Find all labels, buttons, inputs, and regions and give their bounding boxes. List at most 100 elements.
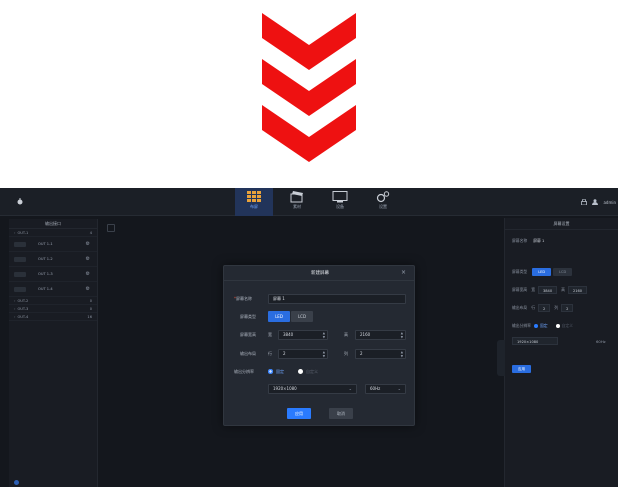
rows-prefix: 行 [531,305,535,310]
height-prefix: 高 [344,332,348,337]
nav-devices[interactable]: 设备 [321,188,359,216]
output-name: OUT-2 [17,299,29,303]
custom-radio[interactable] [298,369,303,374]
width-input[interactable]: 3840 ▲ ▼ [278,330,328,340]
nav-settings[interactable]: 设置 [364,188,402,216]
top-right-tools: admin [581,198,618,206]
output-row[interactable]: › OUT-1 4 [9,229,97,237]
cancel-button[interactable]: 取消 [329,408,353,419]
gear-icon[interactable]: ⚙ [86,271,90,277]
apply-button[interactable]: 应用 [512,365,531,373]
gear-icon[interactable]: ⚙ [86,241,90,247]
nav-label: 布屏 [250,204,258,209]
gear-icon[interactable]: ⚙ [86,286,90,292]
resolution-select[interactable]: 1920×1080 ⌄ [268,384,357,394]
close-icon[interactable]: × [401,269,406,276]
gear-icon[interactable]: ⚙ [86,256,90,262]
nav-media[interactable]: 素材 [278,188,316,216]
resolution-select[interactable]: 1920×1080 [512,337,558,345]
field-label: 输出布局 [512,305,528,310]
chevron-down-icon: ⌄ [348,386,352,391]
app-window: 布屏 素材 设备 设置 admin 输出接口 › OUT-1 4 OUT 1-1… [0,188,618,487]
lock-icon[interactable] [581,199,588,205]
apply-button[interactable]: 应用 [287,408,311,419]
field-label: 屏幕类型 [240,314,256,319]
fixed-radio-label: 固定 [276,369,284,374]
list-item[interactable]: OUT 1-2 ⚙ [9,252,97,267]
output-thumbnail [14,241,26,247]
rp-apply-row: 应用 [512,365,531,373]
field-label: 屏幕名称 [512,238,528,243]
led-button[interactable]: LED [532,268,552,276]
height-field[interactable]: 2160 [567,286,588,294]
field-label: 输出布局 [240,351,256,356]
sub-output-name: OUT 1-2 [38,257,53,261]
cols-field[interactable]: 2 [561,304,574,312]
stepper-icon[interactable]: ▲ ▼ [401,350,403,358]
stepper-icon[interactable]: ▲ ▼ [401,331,403,339]
refresh-select[interactable]: 60Hz ⌄ [365,384,406,394]
username[interactable]: admin [603,200,616,205]
refresh-select[interactable]: 60Hz [596,339,606,344]
field-label: 输出分辨率 [234,369,254,374]
output-name: OUT-1 [17,231,29,235]
fixed-radio[interactable] [268,369,273,374]
screen-settings-panel: 屏幕设置 屏幕名称 屏幕 1 屏幕类型 LED LCD 屏幕宽高 宽 3840 … [504,218,618,487]
sub-output-name: OUT 1-3 [38,272,53,276]
custom-radio[interactable] [555,324,560,328]
list-item[interactable]: OUT 1-1 ⚙ [9,237,97,252]
output-row[interactable]: › OUT-4 16 [9,313,97,321]
output-count: 16 [87,315,92,319]
caret-icon: › [14,307,16,311]
output-thumbnail [14,286,26,292]
output-count: 4 [89,231,92,235]
panel-collapse-handle[interactable] [497,340,505,376]
width-prefix: 宽 [531,287,535,292]
output-name: OUT-4 [17,315,29,319]
canvas-tool-button[interactable] [107,224,115,232]
screen-name-field[interactable]: 屏幕 1 [533,238,544,244]
output-row[interactable]: › OUT-3 0 [9,305,97,313]
field-label: 屏幕宽高 [240,332,256,337]
height-value: 2160 [360,332,371,337]
nav-layout[interactable]: 布屏 [235,188,273,216]
cols-value: 2 [360,351,363,356]
caret-icon: › [14,315,16,319]
width-field[interactable]: 3840 [537,286,558,294]
screen-name-input[interactable]: 屏幕 1 [268,294,406,304]
sub-output-name: OUT 1-4 [38,287,53,291]
rows-prefix: 行 [268,351,272,356]
field-label: 屏幕名称 [236,296,252,301]
dialog-header: 新建屏幕 × [224,266,414,281]
output-count: 0 [89,307,92,311]
list-item[interactable]: OUT 1-3 ⚙ [9,267,97,282]
output-interface-panel: 输出接口 › OUT-1 4 OUT 1-1 ⚙ OUT 1-2 ⚙ OUT 1-… [9,219,98,487]
fixed-radio[interactable] [533,324,538,328]
stepper-icon[interactable]: ▲ ▼ [323,350,325,358]
refresh-value: 60Hz [370,386,381,391]
rows-input[interactable]: 2 ▲ ▼ [278,349,328,359]
rp-size-row: 屏幕宽高 宽 3840 高 2160 [512,286,588,294]
rp-name-row: 屏幕名称 屏幕 1 [512,237,544,245]
caret-icon: › [14,231,16,235]
nav-label: 设备 [336,204,344,209]
output-thumbnail [14,271,26,277]
panel-title: 屏幕设置 [505,218,618,230]
output-row[interactable]: › OUT-2 0 [9,297,97,305]
led-button[interactable]: LED [268,311,290,322]
output-count: 0 [89,299,92,303]
height-prefix: 高 [561,287,565,292]
output-name: OUT-3 [17,307,29,311]
list-item[interactable]: OUT 1-4 ⚙ [9,282,97,297]
lcd-button[interactable]: LCD [553,268,573,276]
new-screen-dialog: 新建屏幕 × *屏幕名称 屏幕 1 屏幕类型 LED LCD 屏幕宽高 宽 38… [223,265,415,426]
lcd-button[interactable]: LCD [291,311,313,322]
rp-type-row: 屏幕类型 LED LCD [512,268,573,276]
top-bar: 布屏 素材 设备 设置 admin [0,188,618,216]
rows-field[interactable]: 2 [537,304,551,312]
cols-input[interactable]: 2 ▲ ▼ [355,349,406,359]
height-input[interactable]: 2160 ▲ ▼ [355,330,406,340]
status-indicator [14,480,19,485]
nav-label: 设置 [379,204,387,209]
stepper-icon[interactable]: ▲ ▼ [323,331,325,339]
